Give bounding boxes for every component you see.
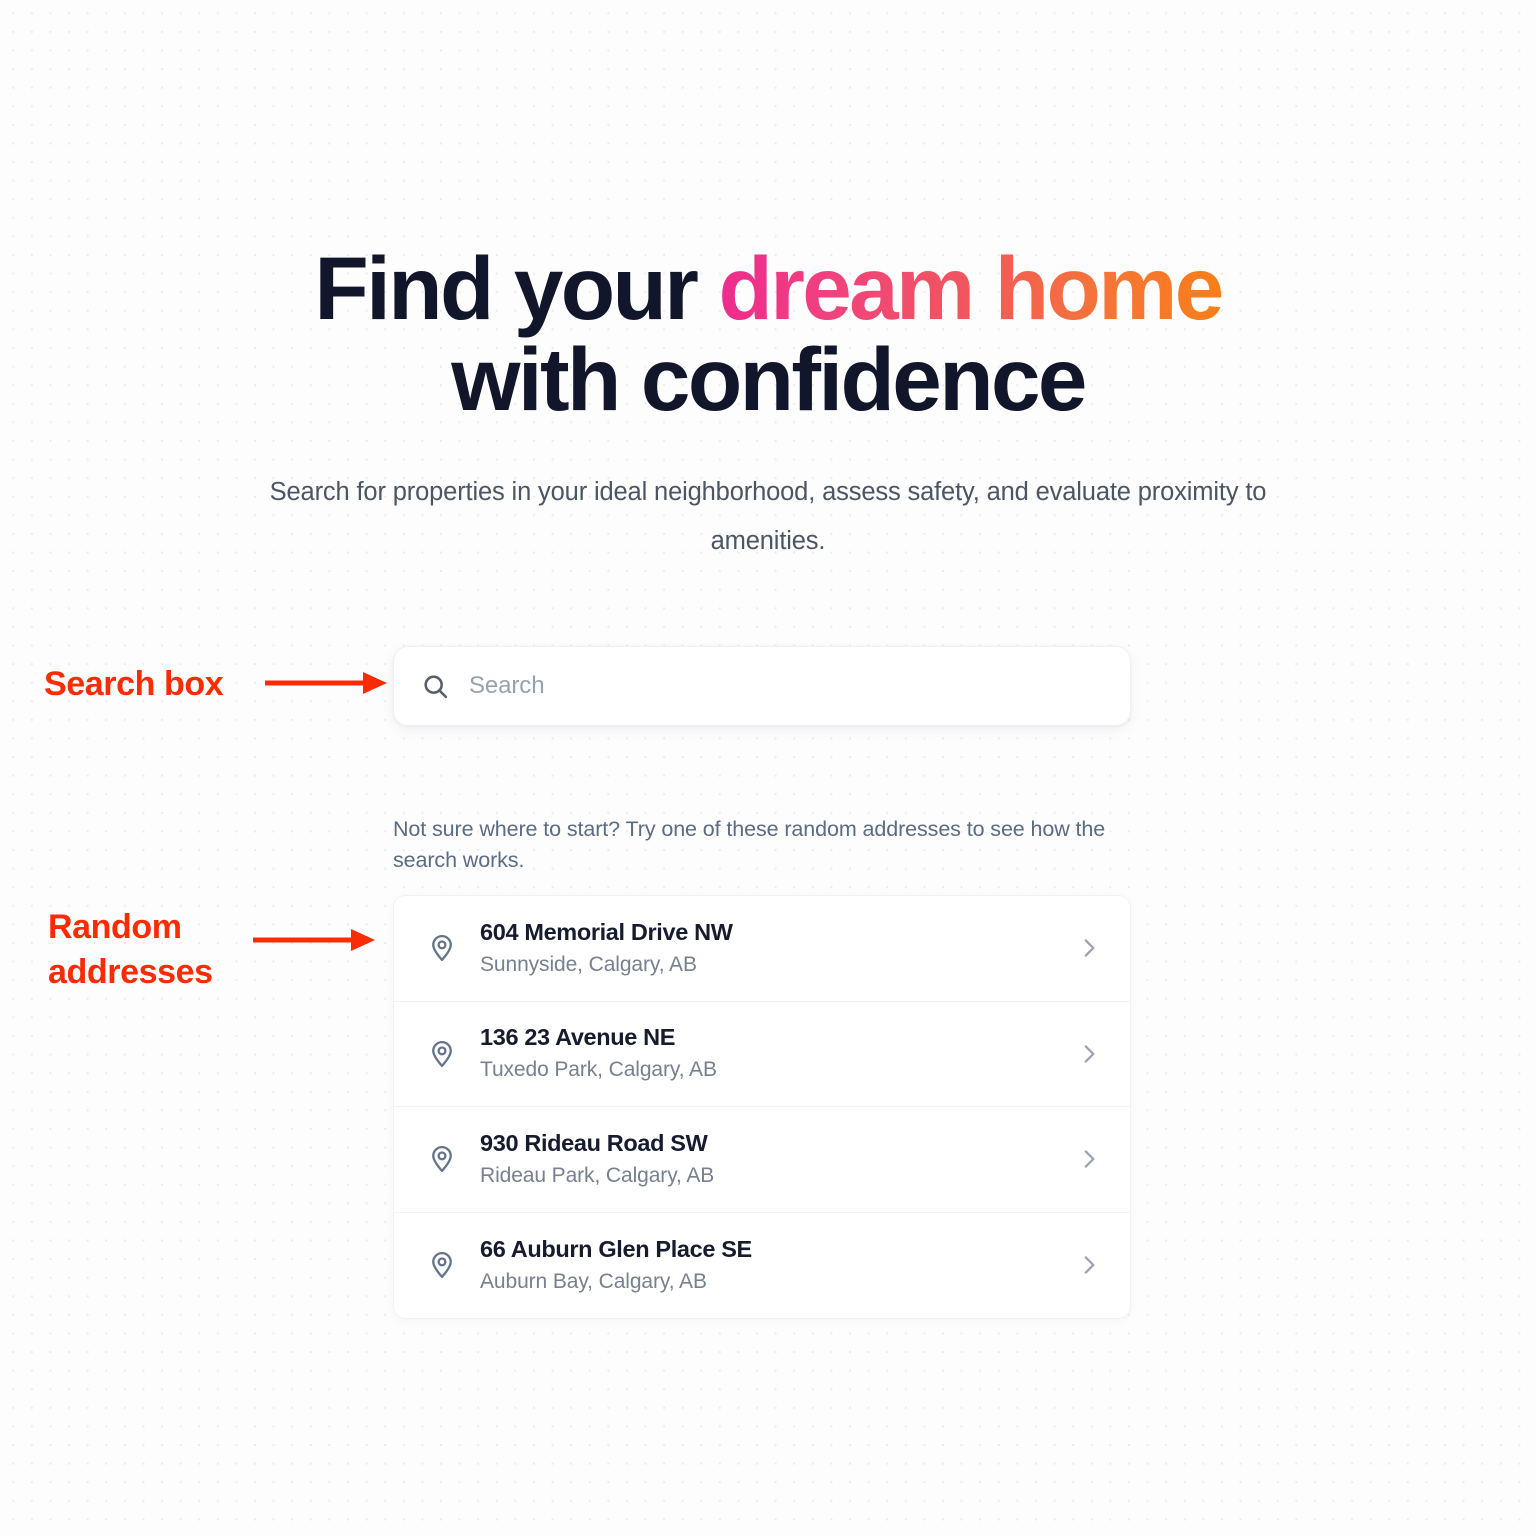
- chevron-right-icon[interactable]: [1076, 935, 1102, 961]
- page-title: Find your dream home with confidence: [0, 243, 1536, 425]
- headline-gradient-text: dream home: [718, 238, 1224, 338]
- search-icon: [421, 672, 450, 701]
- map-pin-icon: [427, 933, 457, 963]
- address-subtitle: Rideau Park, Calgary, AB: [480, 1163, 715, 1187]
- address-subtitle: Auburn Bay, Calgary, AB: [480, 1269, 707, 1293]
- address-title: 930 Rideau Road SW: [480, 1129, 708, 1156]
- search-input[interactable]: Search: [469, 672, 545, 700]
- random-addresses-list: 604 Memorial Drive NW Sunnyside, Calgary…: [393, 895, 1131, 1319]
- chevron-right-icon[interactable]: [1076, 1252, 1102, 1278]
- page-subtitle: Search for properties in your ideal neig…: [269, 478, 1267, 555]
- address-title: 604 Memorial Drive NW: [480, 918, 733, 945]
- map-pin-icon: [427, 1039, 457, 1069]
- address-text-block: 604 Memorial Drive NW Sunnyside, Calgary…: [480, 917, 1076, 980]
- chevron-right-icon[interactable]: [1076, 1146, 1102, 1172]
- address-text-block: 136 23 Avenue NE Tuxedo Park, Calgary, A…: [480, 1022, 1076, 1085]
- headline-line-2: with confidence: [451, 329, 1087, 429]
- list-item[interactable]: 66 Auburn Glen Place SE Auburn Bay, Calg…: [394, 1212, 1130, 1318]
- address-title: 66 Auburn Glen Place SE: [480, 1235, 752, 1262]
- annotation-search-box-label: Search box: [44, 665, 224, 703]
- annotation-arrow-search-box: [265, 665, 387, 701]
- list-item[interactable]: 136 23 Avenue NE Tuxedo Park, Calgary, A…: [394, 1001, 1130, 1107]
- address-subtitle: Tuxedo Park, Calgary, AB: [480, 1058, 717, 1082]
- list-item[interactable]: 604 Memorial Drive NW Sunnyside, Calgary…: [394, 896, 1130, 1002]
- suggestions-helper-text: Not sure where to start? Try one of thes…: [393, 817, 1106, 872]
- address-subtitle: Sunnyside, Calgary, AB: [480, 952, 697, 976]
- hero-section: Find your dream home with confidence: [0, 243, 1536, 425]
- annotation-arrow-random-addresses: [253, 922, 375, 958]
- chevron-right-icon[interactable]: [1076, 1041, 1102, 1067]
- address-text-block: 930 Rideau Road SW Rideau Park, Calgary,…: [480, 1128, 1076, 1191]
- annotation-random-line-1: Random: [48, 908, 182, 946]
- annotation-random-line-2: addresses: [48, 953, 213, 991]
- address-title: 136 23 Avenue NE: [480, 1024, 676, 1051]
- address-text-block: 66 Auburn Glen Place SE Auburn Bay, Calg…: [480, 1234, 1076, 1297]
- search-box[interactable]: Search: [393, 646, 1131, 726]
- annotation-random-addresses-label: Random addresses: [48, 905, 268, 995]
- map-pin-icon: [427, 1144, 457, 1174]
- page-root: Find your dream home with confidence Sea…: [0, 0, 1536, 1536]
- headline-part-1: Find your: [314, 238, 719, 338]
- list-item[interactable]: 930 Rideau Road SW Rideau Park, Calgary,…: [394, 1107, 1130, 1213]
- map-pin-icon: [427, 1250, 457, 1280]
